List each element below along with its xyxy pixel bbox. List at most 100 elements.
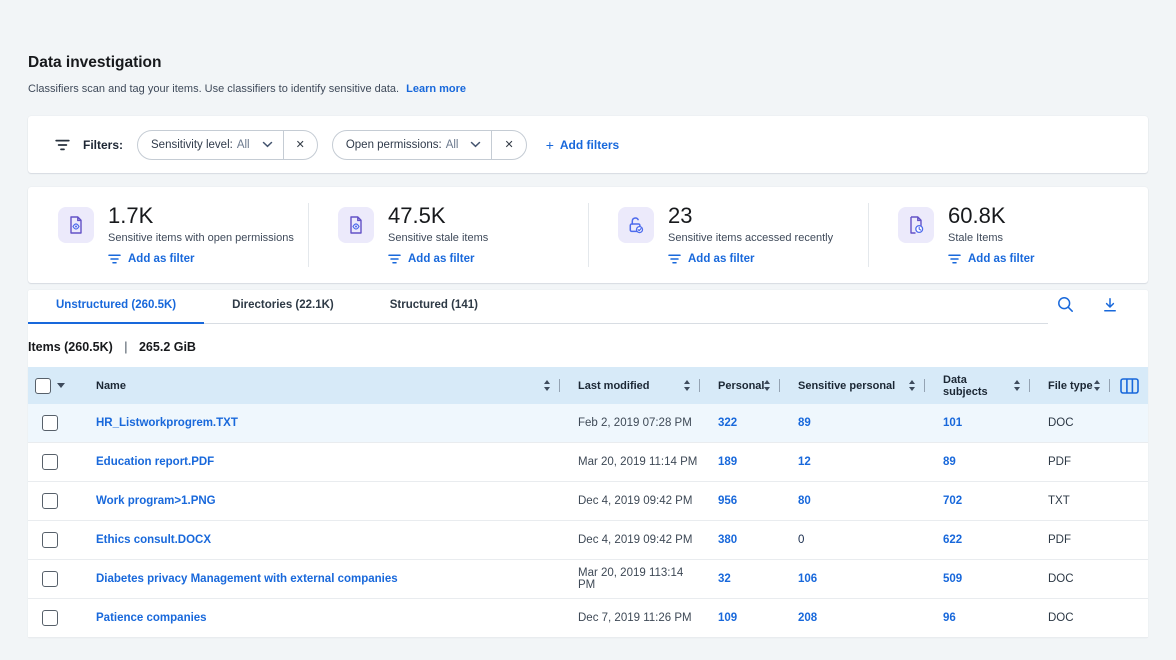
learn-more-link[interactable]: Learn more xyxy=(406,83,466,95)
close-icon[interactable]: ✕ xyxy=(284,131,317,159)
file-name-link[interactable]: Ethics consult.DOCX xyxy=(96,534,211,546)
sort-icon[interactable] xyxy=(684,380,690,391)
row-checkbox-cell xyxy=(28,599,72,637)
items-size: 265.2 GiB xyxy=(139,340,196,354)
sensitive-personal-count-link[interactable]: 106 xyxy=(798,573,817,585)
row-checkbox[interactable] xyxy=(42,571,58,587)
checkbox-dropdown-caret-icon[interactable] xyxy=(57,383,65,388)
data-subjects-count-link[interactable]: 509 xyxy=(943,573,962,585)
download-icon[interactable] xyxy=(1102,297,1118,313)
items-table: Name Last modified Personal Sensitive pe… xyxy=(28,367,1148,638)
sort-icon[interactable] xyxy=(909,380,915,391)
close-icon[interactable]: ✕ xyxy=(492,131,525,159)
column-header-personal[interactable]: Personal xyxy=(700,367,780,404)
column-header-last-modified[interactable]: Last modified xyxy=(560,367,700,404)
file-type-value: DOC xyxy=(1030,560,1110,598)
chip-value: All xyxy=(237,139,250,151)
row-checkbox[interactable] xyxy=(42,415,58,431)
file-name-link[interactable]: Work program>1.PNG xyxy=(96,495,216,507)
personal-count-link[interactable]: 322 xyxy=(718,417,737,429)
sort-icon[interactable] xyxy=(1094,380,1100,391)
sort-icon[interactable] xyxy=(764,380,770,391)
personal-count-link[interactable]: 109 xyxy=(718,612,737,624)
row-checkbox-cell xyxy=(28,560,72,598)
file-name-link[interactable]: Education report.PDF xyxy=(96,456,214,468)
tabs-bar: Unstructured (260.5K) Directories (22.1K… xyxy=(28,290,1148,324)
filter-lines-icon xyxy=(948,254,961,264)
select-all-checkbox[interactable] xyxy=(35,378,51,394)
sensitive-personal-count-link[interactable]: 89 xyxy=(798,417,811,429)
filter-chip-sensitivity-level[interactable]: Sensitivity level: All ✕ xyxy=(137,130,318,160)
add-as-filter-button[interactable]: Add as filter xyxy=(388,253,488,265)
stat-card-open-permissions: 1.7K Sensitive items with open permissio… xyxy=(28,187,308,283)
file-type-value: PDF xyxy=(1030,443,1110,481)
file-type-value: PDF xyxy=(1030,521,1110,559)
tab-structured[interactable]: Structured (141) xyxy=(362,290,506,323)
last-modified-value: Mar 20, 2019 11:14 PM xyxy=(560,443,700,481)
data-subjects-count-link[interactable]: 702 xyxy=(943,495,962,507)
row-checkbox[interactable] xyxy=(42,454,58,470)
stat-label: Sensitive items accessed recently xyxy=(668,232,833,244)
add-filters-button[interactable]: + Add filters xyxy=(546,137,620,153)
table-row: Patience companies Dec 7, 2019 11:26 PM … xyxy=(28,599,1148,638)
table-body: HR_Listworkprogrem.TXT Feb 2, 2019 07:28… xyxy=(28,404,1148,638)
stat-value: 47.5K xyxy=(388,204,488,228)
file-type-value: DOC xyxy=(1030,404,1110,442)
tab-unstructured[interactable]: Unstructured (260.5K) xyxy=(28,290,204,323)
add-as-filter-button[interactable]: Add as filter xyxy=(108,253,294,265)
chevron-down-icon[interactable] xyxy=(262,141,273,148)
last-modified-value: Feb 2, 2019 07:28 PM xyxy=(560,404,700,442)
last-modified-value: Dec 7, 2019 11:26 PM xyxy=(560,599,700,637)
sensitive-personal-count-link[interactable]: 12 xyxy=(798,456,811,468)
file-type-value: TXT xyxy=(1030,482,1110,520)
sensitive-doc-icon xyxy=(338,207,374,243)
page-subtitle: Classifiers scan and tag your items. Use… xyxy=(28,83,1148,95)
search-icon[interactable] xyxy=(1057,296,1074,313)
row-checkbox[interactable] xyxy=(42,610,58,626)
sensitive-personal-count-link[interactable]: 208 xyxy=(798,612,817,624)
column-header-name[interactable]: Name xyxy=(72,367,560,404)
row-checkbox[interactable] xyxy=(42,493,58,509)
row-spacer-cell xyxy=(1110,599,1148,637)
personal-count-link[interactable]: 189 xyxy=(718,456,737,468)
data-subjects-count-link[interactable]: 622 xyxy=(943,534,962,546)
column-header-file-type[interactable]: File type xyxy=(1030,367,1110,404)
row-checkbox[interactable] xyxy=(42,532,58,548)
stat-card-stale-items: 60.8K Stale Items Add as filter xyxy=(868,187,1148,283)
sensitive-personal-count-link: 0 xyxy=(798,534,804,546)
page-title: Data investigation xyxy=(28,54,1148,72)
personal-count-link[interactable]: 32 xyxy=(718,573,731,585)
personal-count-link[interactable]: 380 xyxy=(718,534,737,546)
column-header-sensitive-personal[interactable]: Sensitive personal xyxy=(780,367,925,404)
personal-count-link[interactable]: 956 xyxy=(718,495,737,507)
doc-clock-icon xyxy=(898,207,934,243)
last-modified-value: Mar 20, 2019 113:14 PM xyxy=(560,560,700,598)
plus-icon: + xyxy=(546,137,554,153)
file-name-link[interactable]: Patience companies xyxy=(96,612,207,624)
filter-chip-open-permissions[interactable]: Open permissions: All ✕ xyxy=(332,130,527,160)
add-as-filter-button[interactable]: Add as filter xyxy=(948,253,1034,265)
tab-directories[interactable]: Directories (22.1K) xyxy=(204,290,362,323)
chip-value: All xyxy=(446,139,459,151)
sort-icon[interactable] xyxy=(544,380,550,391)
chip-label: Open permissions: xyxy=(346,139,442,151)
sort-icon[interactable] xyxy=(1014,380,1020,391)
last-modified-value: Dec 4, 2019 09:42 PM xyxy=(560,482,700,520)
row-spacer-cell xyxy=(1110,482,1148,520)
file-name-link[interactable]: Diabetes privacy Management with externa… xyxy=(96,573,398,585)
data-subjects-count-link[interactable]: 89 xyxy=(943,456,956,468)
filter-lines-icon xyxy=(668,254,681,264)
chevron-down-icon[interactable] xyxy=(470,141,481,148)
add-as-filter-button[interactable]: Add as filter xyxy=(668,253,833,265)
page-subtitle-text: Classifiers scan and tag your items. Use… xyxy=(28,83,399,95)
stat-card-sensitive-stale: 47.5K Sensitive stale items Add as filte… xyxy=(308,187,588,283)
column-header-data-subjects[interactable]: Data subjects xyxy=(925,367,1030,404)
data-subjects-count-link[interactable]: 96 xyxy=(943,612,956,624)
summary-divider: | xyxy=(124,340,127,354)
page-header: Data investigation Classifiers scan and … xyxy=(0,0,1176,95)
file-name-link[interactable]: HR_Listworkprogrem.TXT xyxy=(96,417,238,429)
sensitive-personal-count-link[interactable]: 80 xyxy=(798,495,811,507)
row-checkbox-cell xyxy=(28,482,72,520)
columns-icon[interactable] xyxy=(1120,378,1139,394)
data-subjects-count-link[interactable]: 101 xyxy=(943,417,962,429)
